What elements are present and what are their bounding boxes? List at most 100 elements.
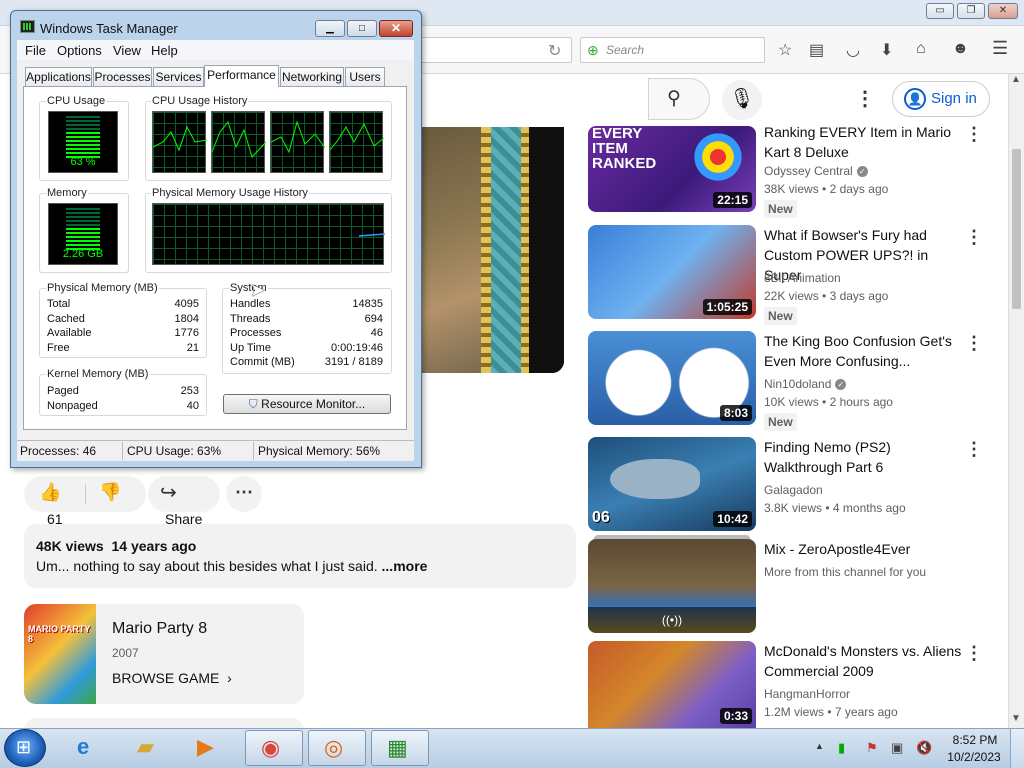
star-icon[interactable]: ☆: [778, 40, 792, 60]
tm-minimize-button[interactable]: ▁: [315, 20, 345, 37]
volume-muted-icon[interactable]: 🔇: [916, 740, 932, 756]
sign-in-button[interactable]: 👤 Sign in: [892, 81, 990, 117]
channel-name[interactable]: Galagadon: [764, 483, 823, 497]
tab-users[interactable]: Users: [345, 67, 385, 86]
search-field[interactable]: ⊕ Search: [580, 37, 765, 63]
menu-icon[interactable]: ☰: [992, 38, 1008, 59]
tm-maximize-button[interactable]: □: [347, 20, 377, 37]
scroll-up-icon[interactable]: ▲: [1008, 74, 1024, 85]
verified-icon: ✓: [835, 379, 847, 391]
cpu-meter-tray-icon[interactable]: ▮: [838, 740, 845, 756]
tm-close-button[interactable]: ✕: [379, 20, 413, 37]
reload-icon[interactable]: ↻: [548, 41, 561, 61]
channel-label: Odyssey Central: [764, 164, 853, 178]
video-thumbnail[interactable]: 1:05:25: [588, 225, 756, 319]
tab-networking[interactable]: Networking: [280, 67, 344, 86]
resource-monitor-button[interactable]: ⛉ Resource Monitor...: [223, 394, 391, 414]
video-player[interactable]: [421, 127, 564, 373]
more-actions-icon[interactable]: ⋯: [226, 476, 262, 512]
firefox-minimize-button[interactable]: ▭: [926, 3, 954, 19]
youtube-search-button[interactable]: ⚲: [648, 78, 710, 120]
tab-performance[interactable]: Performance: [204, 65, 279, 87]
task-manager-icon[interactable]: ▦: [371, 730, 429, 766]
video-menu-icon[interactable]: ⋮: [965, 124, 983, 145]
video-duration: 1:05:25: [702, 299, 752, 315]
video-title[interactable]: The King Boo Confusion Get's Even More C…: [764, 331, 969, 371]
mix-thumbnail[interactable]: ((•)): [588, 539, 756, 633]
media-player-icon[interactable]: ▶: [182, 730, 240, 766]
start-button[interactable]: ⊞: [4, 729, 46, 767]
video-menu-icon[interactable]: ⋮: [965, 643, 983, 664]
thumbs-down-icon[interactable]: 👎: [99, 482, 121, 503]
age: 4 months ago: [832, 501, 906, 515]
row-value: 3191 / 8189: [324, 356, 383, 369]
cpu-usage-label: CPU Usage: [46, 95, 107, 107]
video-thumbnail[interactable]: 8:03: [588, 331, 756, 425]
show-desktop-button[interactable]: [1010, 729, 1024, 768]
table-row: Commit (MB) 3191 / 8189: [230, 355, 383, 370]
browse-game-link[interactable]: BROWSE GAME ›: [112, 670, 232, 686]
internet-explorer-icon[interactable]: e: [62, 730, 120, 766]
settings-kebab-icon[interactable]: ⋮: [855, 86, 875, 111]
chrome-icon[interactable]: ◉: [245, 730, 303, 766]
home-icon[interactable]: ⌂: [916, 40, 926, 58]
mix-radio-icon: ((•)): [588, 607, 756, 633]
clock-date[interactable]: 10/2/2023: [944, 750, 1004, 764]
video-thumbnail[interactable]: EVERY ITEM RANKED 22:15: [588, 126, 756, 212]
firefox-close-button[interactable]: ✕: [988, 3, 1018, 19]
network-icon[interactable]: ▣: [891, 740, 903, 756]
menu-options[interactable]: Options: [57, 43, 102, 58]
microphone-icon[interactable]: 🎙: [722, 80, 762, 120]
firefox-restore-button[interactable]: ❐: [957, 3, 985, 19]
tab-services[interactable]: Services: [153, 67, 204, 86]
action-center-icon[interactable]: ⚑: [866, 740, 878, 756]
video-duration: 10:42: [713, 511, 752, 527]
cpu-history-label: CPU Usage History: [151, 95, 249, 107]
clock-time[interactable]: 8:52 PM: [948, 733, 1002, 747]
share-button[interactable]: ↪: [148, 476, 220, 512]
video-menu-icon[interactable]: ⋮: [965, 333, 983, 354]
row-value: 1776: [174, 327, 199, 340]
channel-name[interactable]: Odyssey Central ✓: [764, 164, 868, 178]
views: 3.8K views: [764, 501, 823, 515]
game-title[interactable]: Mario Party 8: [112, 620, 207, 638]
video-title[interactable]: Finding Nemo (PS2) Walkthrough Part 6: [764, 437, 969, 477]
row-value: 0:00:19:46: [331, 341, 383, 354]
firefox-icon[interactable]: ◎: [308, 730, 366, 766]
menu-file[interactable]: File: [25, 43, 46, 58]
row-value: 694: [364, 312, 383, 325]
file-explorer-icon[interactable]: ▰: [122, 730, 180, 766]
channel-name[interactable]: HangmanHorror: [764, 687, 850, 701]
page-scrollbar[interactable]: [1008, 74, 1024, 728]
video-title[interactable]: Ranking EVERY Item in Mario Kart 8 Delux…: [764, 122, 969, 162]
channel-name[interactable]: 8Bit Animation: [764, 271, 841, 285]
tab-processes[interactable]: Processes: [93, 67, 152, 86]
row-label: Total: [47, 298, 71, 310]
menu-view[interactable]: View: [113, 43, 141, 58]
scrollbar-thumb[interactable]: [1012, 149, 1021, 309]
menu-help[interactable]: Help: [151, 43, 178, 58]
pocket-icon[interactable]: ◡: [846, 40, 860, 60]
scroll-down-icon[interactable]: ▼: [1008, 713, 1024, 724]
like-dislike-button[interactable]: 👍 👎: [24, 476, 146, 512]
video-menu-icon[interactable]: ⋮: [965, 227, 983, 248]
video-title[interactable]: McDonald's Monsters vs. Aliens Commercia…: [764, 641, 969, 681]
tab-applications[interactable]: Applications: [25, 67, 92, 86]
game-thumbnail[interactable]: MARIO PARTY 8: [24, 604, 96, 704]
video-menu-icon[interactable]: ⋮: [965, 439, 983, 460]
video-title[interactable]: Mix - ZeroApostle4Ever: [764, 539, 969, 559]
video-stats: 22K views • 3 days ago: [764, 289, 889, 303]
cpu-history-graph-core1: [152, 111, 208, 173]
row-label: Up Time: [230, 341, 271, 354]
thumbs-up-icon[interactable]: 👍: [39, 482, 61, 503]
reader-icon[interactable]: ▤: [809, 40, 824, 60]
memory-history-graph: [152, 203, 386, 265]
description-box[interactable]: [24, 524, 576, 588]
channel-name[interactable]: Nin10doland ✓: [764, 377, 847, 391]
chat-icon[interactable]: ☻: [952, 40, 969, 58]
tray-expand-icon[interactable]: ▲: [815, 741, 824, 751]
show-more-link[interactable]: ...more: [382, 558, 428, 574]
video-thumbnail[interactable]: 06 10:42: [588, 437, 756, 531]
download-icon[interactable]: ⬇: [880, 40, 893, 60]
video-thumbnail[interactable]: 0:33: [588, 641, 756, 728]
